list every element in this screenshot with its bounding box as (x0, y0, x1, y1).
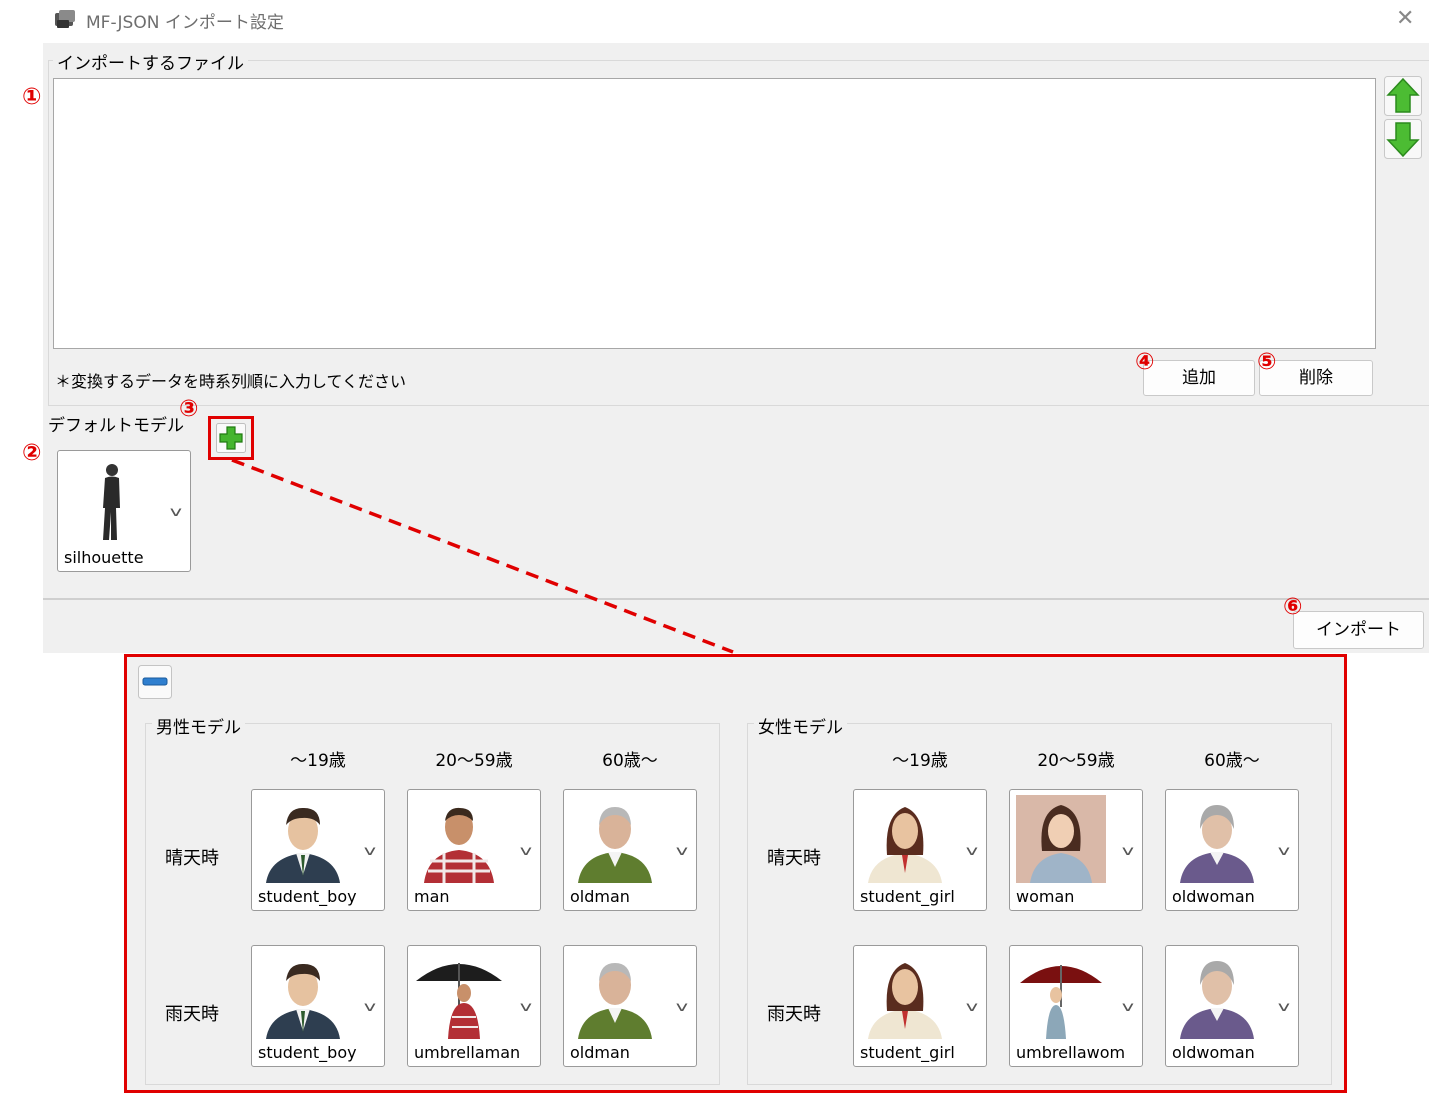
add-button[interactable]: 追加 (1143, 360, 1255, 396)
callout-5: ⑤ (1257, 349, 1277, 375)
callout-4: ④ (1135, 349, 1155, 375)
model-selector-female-sunny-under19[interactable]: v student_girl (853, 789, 987, 911)
female-weather-row-header: 晴天時 (767, 848, 821, 869)
chevron-down-icon: v (169, 505, 183, 520)
callout-3: ③ (179, 396, 199, 422)
female-model-group-label: 女性モデル (754, 713, 847, 738)
import-file-list[interactable] (53, 78, 1376, 349)
model-selector-female-rainy-60plus[interactable]: v oldwoman (1165, 945, 1299, 1067)
footer-separator (43, 598, 1429, 600)
model-name: student_girl (860, 1043, 955, 1062)
chevron-down-icon: v (519, 844, 533, 859)
student-girl-avatar-icon (868, 807, 942, 883)
man-avatar-icon (424, 807, 494, 883)
female-age-column-header: 20〜59歳 (1037, 751, 1115, 771)
chevron-down-icon: v (363, 844, 377, 859)
female-age-column-header: 60歳〜 (1204, 751, 1260, 771)
chevron-down-icon: v (1277, 1000, 1291, 1015)
oldman-avatar-icon (578, 963, 652, 1039)
default-model-name: silhouette (64, 548, 144, 567)
callout-1: ① (22, 84, 42, 110)
move-down-arrow-icon[interactable] (1384, 119, 1422, 159)
model-name: man (414, 887, 450, 906)
import-note: ＊変換するデータを時系列順に入力してください (55, 372, 407, 391)
model-selector-female-sunny-20to59[interactable]: v woman (1009, 789, 1143, 911)
chevron-down-icon: v (1121, 844, 1135, 859)
model-name: oldman (570, 1043, 630, 1062)
silhouette-figure-icon (103, 464, 120, 540)
chevron-down-icon: v (1121, 1000, 1135, 1015)
model-selector-female-rainy-under19[interactable]: v student_girl (853, 945, 987, 1067)
model-name: oldman (570, 887, 630, 906)
import-file-group-label: インポートするファイル (53, 49, 248, 74)
student-girl-avatar-icon (868, 963, 942, 1039)
male-age-column-header: 60歳〜 (602, 751, 658, 771)
model-name: umbrellaman (414, 1043, 521, 1062)
male-weather-row-header: 晴天時 (165, 848, 219, 869)
male-age-column-header: 〜19歳 (290, 751, 346, 771)
model-name: umbrellawom (1016, 1043, 1126, 1062)
app-icon (55, 10, 75, 28)
model-selector-male-rainy-20to59[interactable]: v umbrellaman (407, 945, 541, 1067)
default-model-label: デフォルトモデル (48, 416, 184, 436)
model-name: oldwoman (1172, 1043, 1255, 1062)
student-boy-avatar-icon (266, 807, 340, 883)
female-age-column-header: 〜19歳 (892, 751, 948, 771)
oldwoman-avatar-icon (1180, 805, 1254, 883)
chevron-down-icon: v (675, 844, 689, 859)
model-name: woman (1016, 887, 1075, 906)
chevron-down-icon: v (363, 1000, 377, 1015)
woman-avatar-icon (1016, 795, 1106, 883)
model-selector-male-rainy-under19[interactable]: v student_boy (251, 945, 385, 1067)
chevron-down-icon: v (519, 1000, 533, 1015)
female-weather-row-header: 雨天時 (767, 1004, 821, 1025)
chevron-down-icon: v (965, 1000, 979, 1015)
model-name: student_boy (258, 1043, 357, 1062)
oldwoman-avatar-icon (1180, 961, 1254, 1039)
model-selector-male-rainy-60plus[interactable]: v oldman (563, 945, 697, 1067)
male-model-group-label: 男性モデル (152, 713, 245, 738)
model-name: student_boy (258, 887, 357, 906)
collapse-minus-icon[interactable] (138, 665, 172, 699)
callout-2: ② (22, 440, 42, 466)
model-selector-male-sunny-under19[interactable]: v student_boy (251, 789, 385, 911)
model-name: oldwoman (1172, 887, 1255, 906)
male-age-column-header: 20〜59歳 (435, 751, 513, 771)
expand-plus-icon[interactable] (216, 423, 246, 453)
male-weather-row-header: 雨天時 (165, 1004, 219, 1025)
student-boy-avatar-icon (266, 963, 340, 1039)
move-up-arrow-icon[interactable] (1384, 76, 1422, 116)
chevron-down-icon: v (675, 1000, 689, 1015)
callout-6: ⑥ (1283, 594, 1303, 620)
chevron-down-icon: v (965, 844, 979, 859)
umbrella-woman-avatar-icon (1020, 965, 1102, 1039)
chevron-down-icon: v (1277, 844, 1291, 859)
umbrella-man-avatar-icon (416, 963, 502, 1039)
model-selector-female-rainy-20to59[interactable]: v umbrellawom (1009, 945, 1143, 1067)
import-button[interactable]: インポート (1293, 611, 1424, 649)
model-name: student_girl (860, 887, 955, 906)
default-model-selector[interactable]: v silhouette (57, 450, 191, 572)
oldman-avatar-icon (578, 807, 652, 883)
model-selector-male-sunny-60plus[interactable]: v oldman (563, 789, 697, 911)
model-selector-female-sunny-60plus[interactable]: v oldwoman (1165, 789, 1299, 911)
close-icon[interactable]: ✕ (1396, 6, 1414, 32)
model-selector-male-sunny-20to59[interactable]: v man (407, 789, 541, 911)
window-title: MF-JSON インポート設定 (86, 13, 284, 33)
